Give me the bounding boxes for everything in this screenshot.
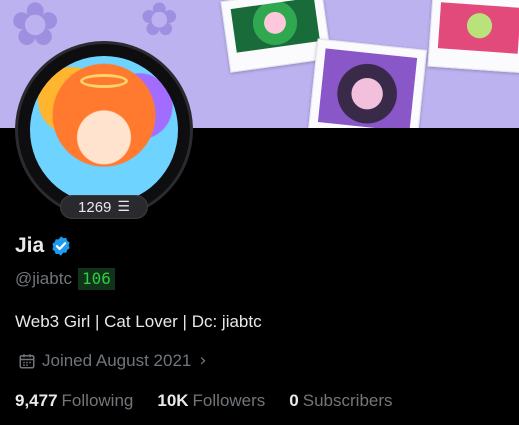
joined-date-row[interactable]: Joined August 2021 › bbox=[18, 350, 207, 371]
following-link[interactable]: 9,477 Following bbox=[15, 391, 133, 411]
user-handle: @jiabtc bbox=[15, 269, 72, 288]
joined-date-text: Joined August 2021 bbox=[42, 350, 192, 370]
subscribers-link[interactable]: 0 Subscribers bbox=[289, 391, 392, 411]
stat-value: 0 bbox=[289, 391, 299, 410]
display-name: Jia bbox=[15, 234, 45, 257]
sticker-card bbox=[306, 38, 428, 128]
halo-shape bbox=[80, 74, 128, 88]
handle-badge: 106 bbox=[77, 268, 115, 290]
profile-stats: 9,477 Following 10K Followers 0 Subscribers bbox=[15, 391, 393, 411]
levels-icon: ☰ bbox=[117, 199, 130, 215]
stat-label: Followers bbox=[192, 391, 266, 410]
verified-badge-icon[interactable] bbox=[50, 235, 72, 257]
followers-link[interactable]: 10K Followers bbox=[157, 391, 265, 411]
avatar-count-badge[interactable]: 1269 ☰ bbox=[60, 195, 148, 219]
profile-bio: Web3 Girl | Cat Lover | Dc: jiabtc bbox=[15, 312, 262, 331]
calendar-icon bbox=[19, 353, 35, 368]
flower-decoration-icon: ✿ bbox=[10, 0, 61, 60]
stat-value: 9,477 bbox=[15, 391, 58, 410]
stat-label: Subscribers bbox=[302, 391, 393, 410]
profile-avatar[interactable] bbox=[15, 41, 193, 219]
handle-row: @jiabtc 106 bbox=[15, 268, 115, 290]
flower-decoration-icon: ✿ bbox=[140, 0, 179, 46]
sticker-card bbox=[427, 0, 519, 74]
stat-label: Following bbox=[61, 391, 134, 410]
stat-value: 10K bbox=[157, 391, 189, 410]
badge-count-value: 1269 bbox=[78, 198, 112, 216]
avatar-image bbox=[30, 56, 178, 204]
chevron-right-icon: › bbox=[199, 350, 207, 371]
name-row: Jia bbox=[15, 234, 72, 258]
